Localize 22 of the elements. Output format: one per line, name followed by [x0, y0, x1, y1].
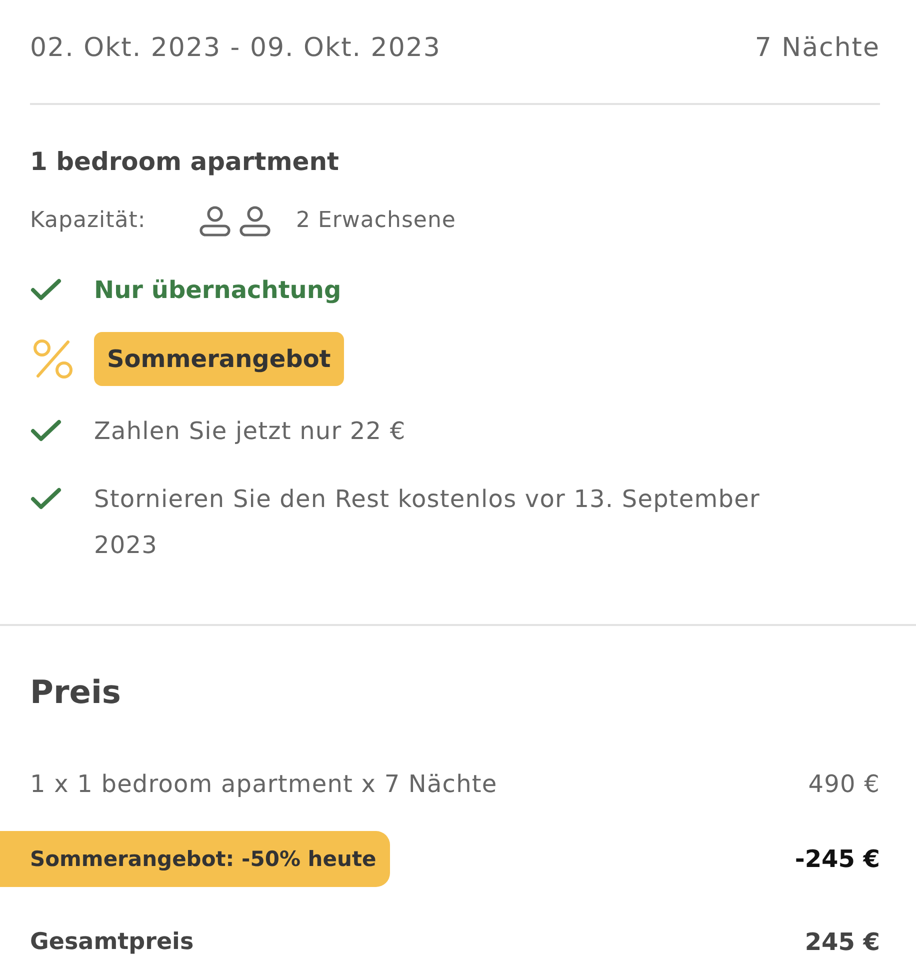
- date-range: 02. Okt. 2023 - 09. Okt. 2023: [30, 32, 441, 65]
- person-icon: [238, 205, 272, 237]
- price-item-label: 1 x 1 bedroom apartment x 7 Nächte: [30, 769, 498, 800]
- condition-text: Stornieren Sie den Rest kostenlos vor 13. September 2023: [94, 484, 761, 561]
- price-amount: 490 €: [808, 769, 880, 800]
- check-icon: [30, 278, 62, 302]
- check-icon: [30, 487, 62, 511]
- condition-text: Zahlen Sie jetzt nur 22 €: [94, 416, 406, 447]
- percent-icon: [32, 338, 74, 380]
- total-label: Gesamtpreis: [30, 928, 194, 957]
- total-amount: 245 €: [804, 927, 880, 958]
- price-heading: Preis: [30, 672, 121, 713]
- guests-text: 2 Erwachsene: [296, 207, 456, 235]
- price-amount: -245 €: [794, 844, 880, 875]
- board-type-text: Nur übernachtung: [94, 275, 342, 306]
- room-name: 1 bedroom apartment: [30, 146, 339, 178]
- discount-badge: Sommerangebot: -50% heute: [0, 831, 390, 887]
- offer-badge: Sommerangebot: [94, 332, 344, 386]
- nights-count: 7 Nächte: [754, 32, 880, 65]
- capacity-label: Kapazität:: [30, 207, 147, 235]
- person-icon: [198, 205, 232, 237]
- check-icon: [30, 419, 62, 443]
